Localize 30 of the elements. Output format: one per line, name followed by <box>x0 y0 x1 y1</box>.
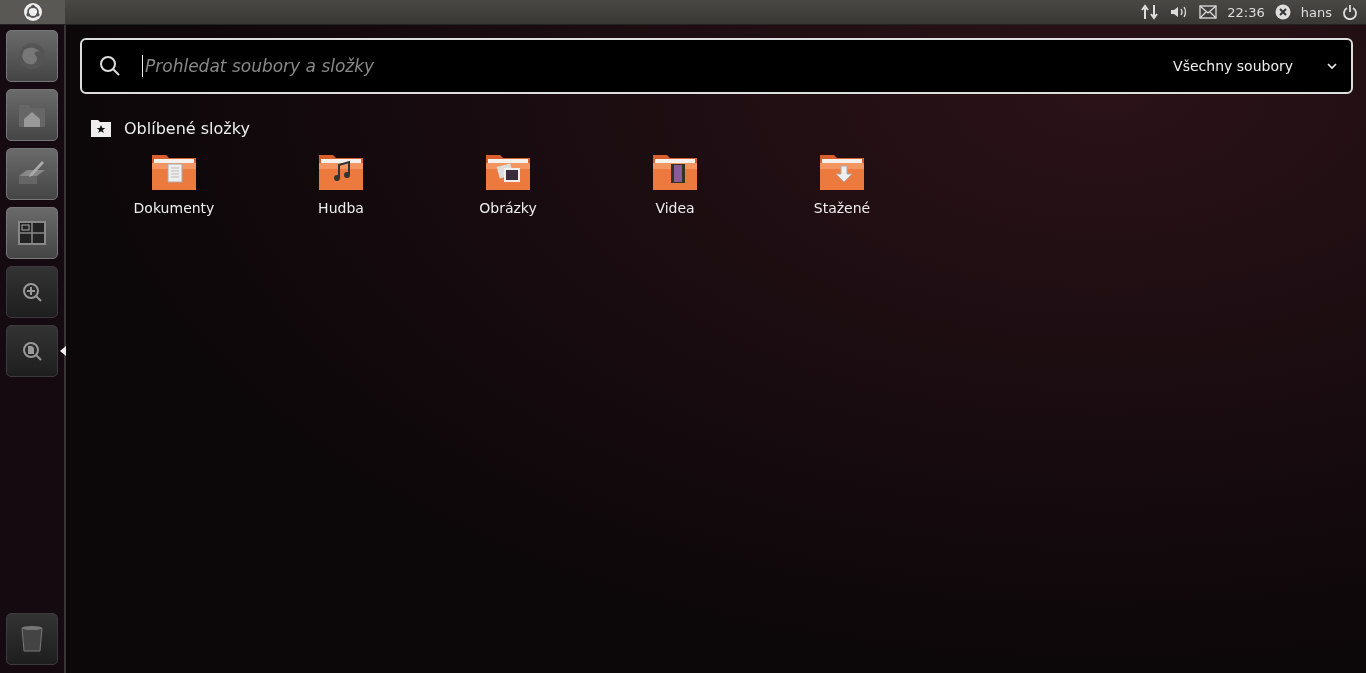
folder-star-icon <box>90 118 112 138</box>
folder-label[interactable]: Hudba <box>318 200 364 216</box>
folder-film-icon[interactable] <box>651 152 699 192</box>
status-icon[interactable] <box>1274 4 1291 20</box>
launcher-item[interactable] <box>6 325 58 377</box>
folder-label[interactable]: Videa <box>655 200 695 216</box>
clock[interactable]: 22:36 <box>1227 4 1265 20</box>
user-name[interactable]: hans <box>1300 4 1332 20</box>
filter-dropdown[interactable]: Všechny soubory <box>1173 54 1293 78</box>
trash-button[interactable] <box>6 613 58 665</box>
folder-label[interactable]: Dokumenty <box>133 200 215 216</box>
search-field[interactable]: Prohledat soubory a složky Všechny soubory <box>80 38 1353 94</box>
folder-label[interactable]: Stažené <box>813 200 871 216</box>
launcher-item[interactable] <box>6 148 58 200</box>
mail-icon[interactable] <box>1199 5 1218 19</box>
launcher-item[interactable] <box>6 266 58 318</box>
search-icon <box>98 54 122 78</box>
folder-document-icon[interactable] <box>150 152 198 192</box>
logo-icon <box>22 2 43 22</box>
logo-button[interactable] <box>0 0 65 24</box>
launcher-item[interactable] <box>6 207 58 259</box>
network-icon[interactable] <box>1141 4 1160 20</box>
launcher-item[interactable] <box>6 89 58 141</box>
folder-pictures-icon[interactable] <box>484 152 532 192</box>
folder-music-icon[interactable] <box>317 152 365 192</box>
caret-icon[interactable] <box>1327 62 1337 70</box>
power-icon[interactable] <box>1342 4 1358 20</box>
folder-download-icon[interactable] <box>818 152 866 192</box>
section-title: Oblíbené složky <box>124 118 250 138</box>
folder-label[interactable]: Obrázky <box>479 200 537 216</box>
